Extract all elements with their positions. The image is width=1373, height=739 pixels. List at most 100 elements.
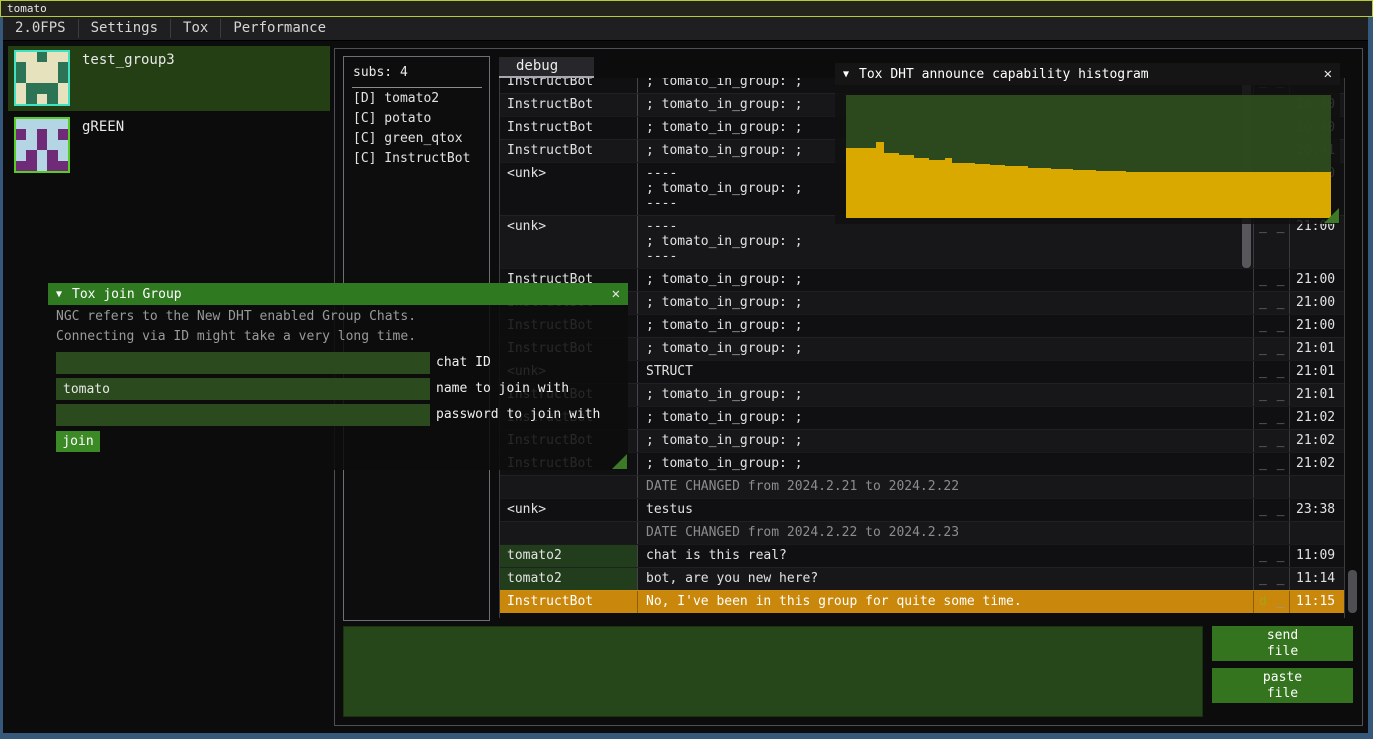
- histogram-bar: [1263, 172, 1271, 218]
- message-text: ; tomato_in_group: ;: [638, 338, 1254, 360]
- message-time: 23:38: [1290, 499, 1344, 521]
- delivery-status: _ _: [1254, 499, 1290, 521]
- histogram-bar: [1126, 172, 1134, 218]
- histogram-bar: [952, 163, 960, 218]
- histogram-bar: [960, 163, 968, 218]
- subs-member[interactable]: [D] tomato2: [353, 91, 439, 106]
- histogram-bar: [907, 155, 915, 218]
- message-row[interactable]: <unk>testus_ _23:38: [500, 498, 1344, 521]
- histogram-bar: [1157, 172, 1165, 218]
- join-button[interactable]: join: [56, 431, 100, 452]
- histogram-bar: [998, 165, 1006, 218]
- delivery-status: _ _: [1254, 545, 1290, 567]
- menu-item-performance[interactable]: Performance: [221, 17, 338, 40]
- delivery-status: _ _: [1254, 384, 1290, 406]
- group-name: gREEN: [82, 119, 124, 135]
- menu-item-2.0fps: 2.0FPS: [3, 17, 78, 40]
- message-row[interactable]: tomato2bot, are you new here?_ _11:14: [500, 567, 1344, 590]
- delivery-status: _ _: [1254, 315, 1290, 337]
- message-input[interactable]: [343, 626, 1203, 717]
- close-icon[interactable]: ✕: [1324, 66, 1332, 82]
- join-name-field[interactable]: [56, 378, 430, 400]
- send-file-button[interactable]: send file: [1212, 626, 1353, 661]
- join-description-line: Connecting via ID might take a very long…: [56, 329, 416, 344]
- tab-debug[interactable]: debug: [499, 57, 594, 78]
- collapse-arrow-icon[interactable]: ▼: [843, 69, 849, 80]
- histogram-bar: [854, 148, 862, 218]
- message-text: ; tomato_in_group: ;: [638, 430, 1254, 452]
- outer-scrollbar-thumb[interactable]: [1348, 570, 1357, 613]
- sender-name: <unk>: [500, 163, 638, 215]
- delivery-status: _ _: [1254, 453, 1290, 475]
- group-avatar: [14, 50, 70, 106]
- message-time: 21:00: [1290, 269, 1344, 291]
- subs-header: subs: 4: [353, 65, 408, 80]
- histogram-chart: [846, 95, 1331, 218]
- delivery-status: _ _: [1254, 430, 1290, 452]
- message-time: 21:00: [1290, 292, 1344, 314]
- histogram-bar: [937, 160, 945, 218]
- histogram-bar: [1081, 170, 1089, 218]
- close-icon[interactable]: ✕: [612, 286, 620, 302]
- resize-grip[interactable]: [1324, 208, 1339, 223]
- message-time: 11:09: [1290, 545, 1344, 567]
- message-row[interactable]: InstructBotNo, I've been in this group f…: [500, 590, 1344, 613]
- subs-member[interactable]: [C] green_qtox: [353, 131, 463, 146]
- group-avatar: [14, 117, 70, 173]
- histogram-bar: [1058, 169, 1066, 218]
- histogram-bar: [1073, 170, 1081, 218]
- menu-item-settings[interactable]: Settings: [79, 17, 170, 40]
- menu-item-tox[interactable]: Tox: [171, 17, 220, 40]
- resize-grip[interactable]: [612, 454, 627, 469]
- histogram-bar: [1104, 171, 1112, 218]
- group-item-gREEN[interactable]: gREEN: [8, 113, 330, 178]
- histogram-bar: [1187, 172, 1195, 218]
- histogram-bar: [1179, 172, 1187, 218]
- histogram-window-title: Tox DHT announce capability histogram: [859, 67, 1149, 82]
- delivery-status: [1254, 476, 1290, 498]
- histogram-bar: [1202, 172, 1210, 218]
- histogram-bar: [1043, 168, 1051, 218]
- histogram-bar: [1172, 172, 1180, 218]
- histogram-bar: [1210, 172, 1218, 218]
- message-text: testus: [638, 499, 1254, 521]
- paste-file-button[interactable]: paste file: [1212, 668, 1353, 703]
- message-time: 21:02: [1290, 453, 1344, 475]
- message-time: 21:01: [1290, 384, 1344, 406]
- group-item-test_group3[interactable]: test_group3: [8, 46, 330, 111]
- histogram-bar: [899, 155, 907, 218]
- delivery-status: _ _: [1254, 568, 1290, 590]
- system-row[interactable]: DATE CHANGED from 2024.2.22 to 2024.2.23: [500, 521, 1344, 544]
- histogram-bar: [1111, 171, 1119, 218]
- sender-name: InstructBot: [500, 94, 638, 116]
- histogram-bar: [1232, 172, 1240, 218]
- histogram-bar: [1020, 166, 1028, 218]
- histogram-bar: [1089, 170, 1097, 218]
- message-text: ; tomato_in_group: ;: [638, 269, 1254, 291]
- histogram-bar: [891, 153, 899, 218]
- window-titlebar[interactable]: tomato: [0, 0, 1373, 17]
- subs-member[interactable]: [C] InstructBot: [353, 151, 470, 166]
- message-text: DATE CHANGED from 2024.2.21 to 2024.2.22: [638, 476, 1254, 498]
- collapse-arrow-icon[interactable]: ▼: [56, 289, 62, 300]
- delivery-status: _ _: [1254, 338, 1290, 360]
- join-window-titlebar[interactable]: ▼ Tox join Group ✕: [48, 283, 628, 305]
- histogram-bar: [1119, 171, 1127, 218]
- subs-member[interactable]: [C] potato: [353, 111, 431, 126]
- join-name-label: name to join with: [436, 381, 569, 396]
- message-row[interactable]: tomato2chat is this real?_ _11:09: [500, 544, 1344, 567]
- histogram-bar: [914, 158, 922, 218]
- system-row[interactable]: DATE CHANGED from 2024.2.21 to 2024.2.22: [500, 475, 1344, 498]
- histogram-bar: [1240, 172, 1248, 218]
- histogram-bar: [922, 158, 930, 218]
- message-text: chat is this real?: [638, 545, 1254, 567]
- histogram-bar: [1066, 169, 1074, 218]
- chat-id-label: chat ID: [436, 355, 491, 370]
- histogram-bar: [967, 163, 975, 218]
- message-text: bot, are you new here?: [638, 568, 1254, 590]
- histogram-bar: [945, 158, 953, 218]
- chat-id-field[interactable]: [56, 352, 430, 374]
- histogram-bar: [1308, 172, 1316, 218]
- join-password-field[interactable]: [56, 404, 430, 426]
- histogram-window-titlebar[interactable]: ▼ Tox DHT announce capability histogram …: [835, 63, 1340, 85]
